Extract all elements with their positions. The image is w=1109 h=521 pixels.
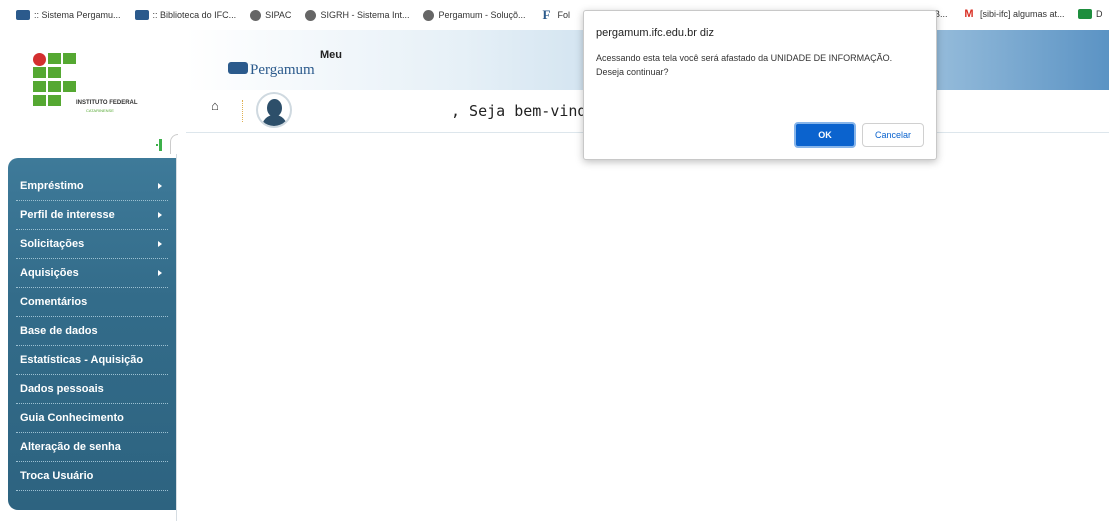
ok-button[interactable]: OK <box>794 122 856 148</box>
bookmark[interactable]: SIPAC <box>250 9 291 21</box>
sidebar-divider <box>176 154 177 521</box>
arrow-right-icon <box>158 212 162 218</box>
bookmark[interactable]: SIGRH - Sistema Int... <box>305 9 409 21</box>
arrow-right-icon <box>158 270 162 276</box>
meu-pergamum-logo: Meu Pergamum <box>228 49 342 79</box>
bookmark[interactable]: Pergamum - Soluçõ... <box>423 9 526 21</box>
bookmark[interactable]: M [sibi-ifc] algumas at... <box>962 8 1064 20</box>
dialog-title: pergamum.ifc.edu.br diz <box>596 27 714 39</box>
sidebar-item-perfil-de-interesse[interactable]: Perfil de interesse <box>16 201 168 230</box>
sidebar-item-aquisicoes[interactable]: Aquisições <box>16 259 168 288</box>
institution-logo[interactable]: INSTITUTO FEDERAL CATARINENSE <box>0 30 180 133</box>
arrow-right-icon <box>158 183 162 189</box>
sidebar-edge <box>170 134 178 154</box>
sidebar-item-troca-usuario[interactable]: Troca Usuário <box>16 462 168 491</box>
bookmarks-bar: :: Sistema Pergamu... :: Biblioteca do I… <box>0 0 1109 30</box>
globe-icon <box>250 9 262 21</box>
sidebar-item-emprestimo[interactable]: Empréstimo <box>16 172 168 201</box>
bookmark[interactable]: D <box>1078 9 1103 19</box>
divider <box>242 100 243 122</box>
sidebar-item-dados-pessoais[interactable]: Dados pessoais <box>16 375 168 404</box>
arrow-right-icon <box>158 241 162 247</box>
confirm-dialog: pergamum.ifc.edu.br diz Acessando esta t… <box>583 10 937 160</box>
sidebar-menu: Empréstimo Perfil de interesse Solicitaç… <box>8 158 176 510</box>
sidebar-item-guia-conhecimento[interactable]: Guia Conhecimento <box>16 404 168 433</box>
sidebar-item-estatisticas-aquisicao[interactable]: Estatísticas - Aquisição <box>16 346 168 375</box>
pergamum-icon <box>16 10 30 20</box>
f-icon: F <box>542 7 551 22</box>
logo-mark-icon <box>33 53 79 106</box>
sidebar-item-alteracao-de-senha[interactable]: Alteração de senha <box>16 433 168 462</box>
sidebar-item-comentarios[interactable]: Comentários <box>16 288 168 317</box>
globe-icon <box>423 9 435 21</box>
logo-name: INSTITUTO FEDERAL <box>76 100 138 106</box>
sidebar-toggle-icon[interactable] <box>156 139 162 151</box>
d-icon <box>1078 9 1092 19</box>
avatar[interactable] <box>256 92 292 128</box>
bookmark[interactable]: :: Sistema Pergamu... <box>16 10 121 20</box>
dialog-message: Acessando esta tela você será afastado d… <box>596 53 893 77</box>
home-icon[interactable]: ⌂ <box>211 98 219 113</box>
pergamum-icon <box>228 62 248 74</box>
page-header: INSTITUTO FEDERAL CATARINENSE Meu Pergam… <box>0 30 1109 133</box>
cancel-button[interactable]: Cancelar <box>862 123 924 147</box>
globe-icon <box>305 9 317 21</box>
sidebar-item-solicitacoes[interactable]: Solicitações <box>16 230 168 259</box>
pergamum-icon <box>134 10 149 20</box>
logo-subtitle: CATARINENSE <box>86 108 114 113</box>
sidebar-item-base-de-dados[interactable]: Base de dados <box>16 317 168 346</box>
gmail-icon: M <box>964 8 974 20</box>
bookmark[interactable]: F Fol <box>540 7 571 22</box>
bookmark[interactable]: :: Biblioteca do IFC... <box>134 10 236 20</box>
